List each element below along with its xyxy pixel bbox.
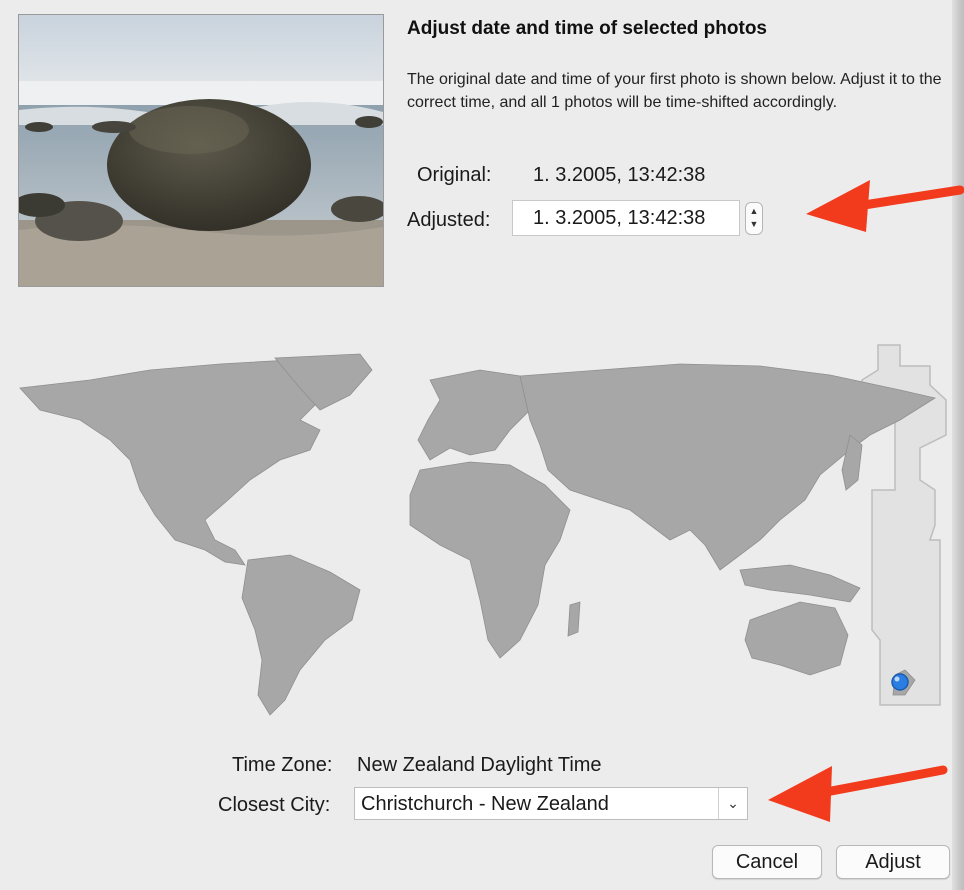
continents: [19, 353, 937, 716]
timezone-label: Time Zone:: [232, 754, 333, 776]
dialog-title: Adjust date and time of selected photos: [407, 18, 767, 39]
original-value: 1. 3.2005, 13:42:38: [533, 164, 706, 186]
original-label: Original:: [417, 164, 492, 186]
location-pin-icon[interactable]: [891, 673, 909, 691]
chevron-down-icon[interactable]: ⌄: [718, 788, 747, 819]
world-map[interactable]: [0, 340, 964, 740]
annotation-arrow-icon-2: [768, 765, 948, 822]
stepper-up-down-icon[interactable]: ▲ ▼: [745, 202, 763, 235]
timezone-value: New Zealand Daylight Time: [357, 754, 602, 776]
dialog-description: The original date and time of your first…: [407, 71, 942, 111]
closest-city-dropdown[interactable]: Christchurch - New Zealand ⌄: [354, 787, 748, 820]
cancel-button[interactable]: Cancel: [712, 845, 822, 879]
photo-thumbnail: [18, 14, 384, 287]
adjusted-label: Adjusted:: [407, 209, 491, 231]
adjust-button[interactable]: Adjust: [836, 845, 950, 879]
closest-city-value: Christchurch - New Zealand: [361, 793, 609, 815]
closest-city-label: Closest City:: [218, 794, 331, 816]
annotation-arrow-icon: [806, 180, 964, 232]
adjusted-datetime-field[interactable]: 1. 3.2005, 13:42:38: [512, 200, 740, 236]
